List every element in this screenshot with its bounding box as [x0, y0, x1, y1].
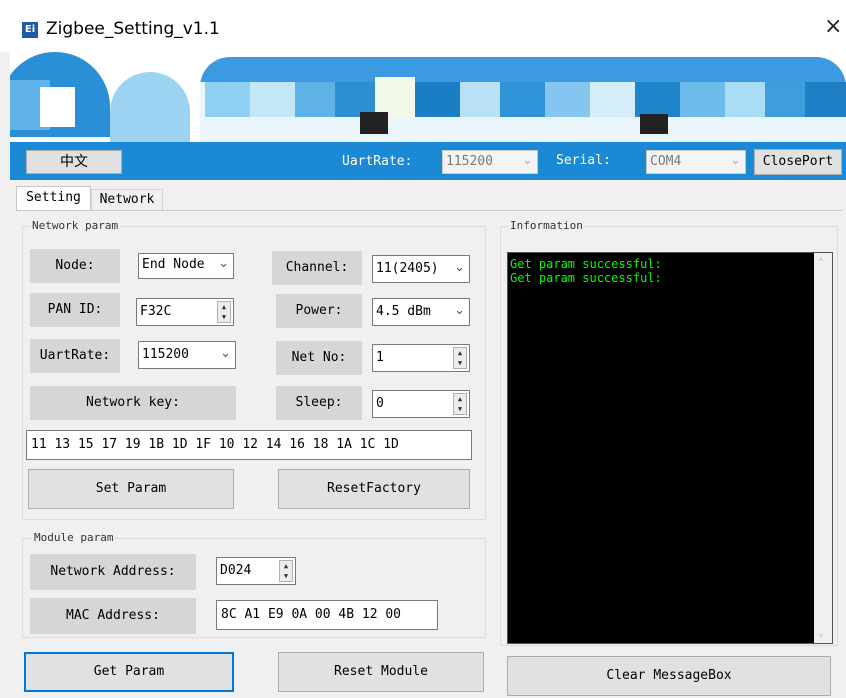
message-log[interactable]: Get param successful: Get param successf… [507, 252, 833, 644]
module-param-title: Module param [32, 531, 116, 544]
chevron-down-icon: ⌄ [218, 256, 229, 271]
panid-value: F32C [140, 304, 172, 319]
sleep-spinbox[interactable]: 0 ▲ ▼ [372, 390, 470, 418]
network-key-value: 11 13 15 17 19 1B 1D 1F 10 12 14 16 18 1… [31, 437, 399, 452]
app-icon: Ei [22, 22, 38, 38]
power-select[interactable]: 4.5 dBm ⌄ [372, 298, 470, 326]
node-value: End Node [142, 257, 205, 272]
network-address-value: D024 [220, 563, 252, 578]
uartrate-select[interactable]: 115200 ⌄ [442, 150, 538, 174]
reset-module-button[interactable]: Reset Module [278, 652, 484, 692]
clear-messagebox-button[interactable]: Clear MessageBox [507, 656, 831, 696]
channel-label: Channel: [272, 251, 362, 285]
log-line: Get param successful: [510, 271, 662, 285]
spin-updown-icon[interactable]: ▲ ▼ [217, 301, 231, 323]
network-key-input[interactable]: 11 13 15 17 19 1B 1D 1F 10 12 14 16 18 1… [26, 430, 472, 460]
channel-select[interactable]: 11(2405) ⌄ [372, 255, 470, 283]
spin-updown-icon[interactable]: ▲ ▼ [453, 393, 467, 415]
spin-updown-icon[interactable]: ▲ ▼ [453, 347, 467, 369]
tab-setting[interactable]: Setting [16, 186, 91, 210]
serial-value: COM4 [650, 154, 682, 169]
panid-spinbox[interactable]: F32C ▲ ▼ [136, 298, 234, 326]
scroll-down-icon[interactable]: ⌄ [818, 628, 824, 639]
netno-label: Net No: [276, 341, 362, 375]
get-param-button[interactable]: Get Param [24, 652, 234, 692]
mac-address-input[interactable]: 8C A1 E9 0A 00 4B 12 00 [216, 600, 438, 630]
power-value: 4.5 dBm [376, 304, 431, 319]
network-address-spinbox[interactable]: D024 ▲ ▼ [216, 557, 296, 585]
sleep-value: 0 [376, 396, 384, 411]
banner-image [10, 52, 846, 142]
network-address-label: Network Address: [30, 554, 196, 590]
reset-factory-button[interactable]: ResetFactory [278, 469, 470, 509]
network-key-label: Network key: [30, 386, 236, 420]
mac-address-label: MAC Address: [30, 598, 196, 634]
language-button[interactable]: 中文 [26, 150, 122, 174]
window-title: Zigbee_Setting_v1.1 [46, 19, 220, 39]
mac-address-value: 8C A1 E9 0A 00 4B 12 00 [221, 607, 402, 622]
chevron-down-icon: ⌄ [730, 153, 741, 168]
chevron-down-icon: ⌄ [220, 346, 231, 361]
node-select[interactable]: End Node ⌄ [138, 253, 234, 279]
toolbar: 中文 UartRate: 115200 ⌄ Serial: COM4 ⌄ Clo… [10, 142, 846, 180]
channel-value: 11(2405) [376, 261, 439, 276]
panid-label: PAN ID: [30, 293, 120, 327]
scroll-up-icon[interactable]: ⌃ [818, 257, 824, 268]
sleep-label: Sleep: [276, 386, 362, 420]
spin-updown-icon[interactable]: ▲ ▼ [279, 560, 293, 582]
log-line: Get param successful: [510, 257, 662, 271]
set-param-button[interactable]: Set Param [28, 469, 234, 509]
netno-value: 1 [376, 350, 384, 365]
node-label: Node: [30, 249, 120, 283]
uartrate-param-label: UartRate: [30, 339, 120, 373]
network-param-title: Network param [30, 219, 121, 232]
serial-label: Serial: [556, 153, 611, 168]
chevron-down-icon: ⌄ [454, 260, 465, 275]
information-title: Information [508, 219, 585, 232]
close-port-button[interactable]: ClosePort [754, 149, 842, 175]
chevron-down-icon: ⌄ [454, 303, 465, 318]
uartrate-param-value: 115200 [142, 347, 189, 362]
netno-spinbox[interactable]: 1 ▲ ▼ [372, 344, 470, 372]
chevron-down-icon: ⌄ [522, 153, 533, 168]
title-bar: Ei Zigbee_Setting_v1.1 × [0, 0, 846, 52]
uartrate-label: UartRate: [342, 154, 413, 169]
serial-port-select[interactable]: COM4 ⌄ [646, 150, 746, 174]
log-scrollbar[interactable]: ⌃ ⌄ [814, 253, 832, 643]
uartrate-value: 115200 [446, 154, 493, 169]
close-icon[interactable]: × [824, 14, 842, 39]
uartrate-param-select[interactable]: 115200 ⌄ [138, 341, 236, 369]
power-label: Power: [276, 294, 362, 328]
tab-network[interactable]: Network [91, 189, 163, 210]
